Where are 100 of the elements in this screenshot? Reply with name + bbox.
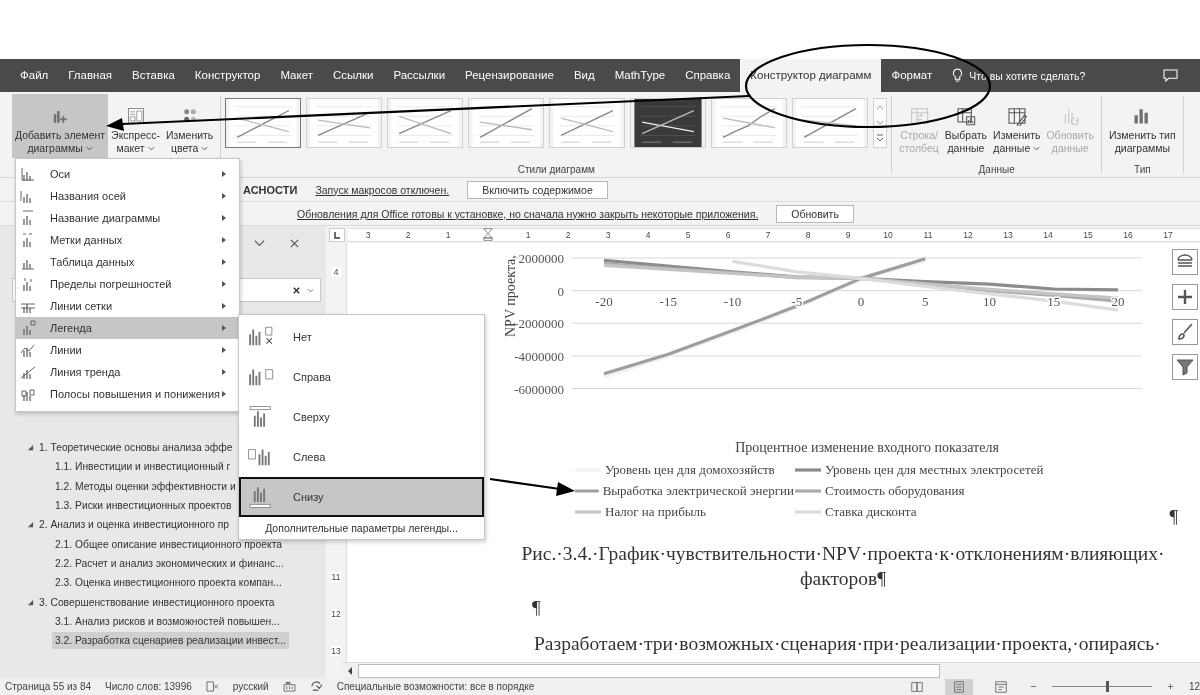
submenu-arrow-icon xyxy=(221,170,227,178)
ribbon-tab[interactable]: Конструктор xyxy=(184,59,271,92)
horizontal-scrollbar[interactable] xyxy=(342,662,1200,678)
menu-item[interactable]: Таблица данных xyxy=(16,251,239,273)
clear-icon[interactable] xyxy=(292,285,301,295)
warning-title: АСНОСТИ xyxy=(243,183,298,196)
outline-heading[interactable]: 2.3. Оценка инвестиционного проекта компан... xyxy=(52,576,285,590)
menu-item[interactable]: Линия тренда xyxy=(16,361,239,383)
data-button[interactable]: Выбрать данные xyxy=(941,94,991,158)
outline-heading[interactable]: 2.1. Общее описание инвестиционного проекта xyxy=(52,537,285,551)
legend-label: Ставка дисконта xyxy=(825,503,917,520)
outline-heading[interactable]: 2.2. Расчет и анализ экономических и финанс... xyxy=(52,556,287,570)
triangle-icon[interactable] xyxy=(27,521,34,529)
ruler-number: 11 xyxy=(331,572,341,582)
zoom-slider-thumb[interactable] xyxy=(1105,681,1109,692)
chevron-down-icon xyxy=(85,146,93,151)
outline-heading[interactable]: 1. Теоретические основы анализа эффе xyxy=(36,441,236,455)
ribbon-tab[interactable]: Вид xyxy=(563,59,605,92)
update-button[interactable]: Обновить xyxy=(776,204,854,223)
body-text: Разработаем·три·возможных·сценария·при·реализации·проекта,·опираясь· xyxy=(534,633,1161,654)
indent-marker-icon[interactable] xyxy=(483,227,493,242)
ribbon-tab[interactable]: Ссылки xyxy=(322,59,384,92)
accessibility-icon[interactable] xyxy=(309,681,323,692)
change-colors-button[interactable]: Изменить цвета xyxy=(162,94,217,158)
outline-heading[interactable]: 3. Совершенствование инвестиционного проекта xyxy=(36,595,278,609)
axis-tick-label: -4000000 xyxy=(514,348,564,364)
paragraph-mark: ¶ xyxy=(1169,505,1178,529)
chevron-down-icon[interactable] xyxy=(307,287,314,293)
ruler-number: 9 xyxy=(844,229,852,240)
outline-heading[interactable]: 1.3. Риски инвестиционных проектов xyxy=(52,499,235,513)
submenu-arrow-icon xyxy=(221,324,227,332)
ribbon-tab[interactable]: Справка xyxy=(675,59,741,92)
chart-icon xyxy=(20,166,36,182)
submenu-arrow-icon xyxy=(221,280,227,288)
comment-icon[interactable] xyxy=(1163,69,1178,82)
ruler-number: 16 xyxy=(1122,229,1134,240)
scrollbar-thumb[interactable] xyxy=(358,663,940,678)
menu-item[interactable]: Линии xyxy=(16,339,239,361)
update-message-link[interactable]: Обновления для Office готовы к установке, но сначала нужно закрыть некоторые приложения. xyxy=(297,207,759,220)
plus-icon[interactable] xyxy=(1172,284,1198,310)
zoom-level[interactable]: 12 xyxy=(1188,681,1200,692)
menu-item[interactable]: Пределы погрешностей xyxy=(16,273,239,295)
ribbon-tab[interactable]: Главная xyxy=(58,59,123,92)
menu-item[interactable]: Нет xyxy=(239,317,484,357)
menu-item[interactable]: Снизу xyxy=(239,477,484,517)
ribbon-tab[interactable]: Макет xyxy=(270,59,323,92)
outline-heading[interactable]: 1.1. Инвестиции и инвестиционный г xyxy=(52,460,234,474)
brush-icon[interactable] xyxy=(1172,319,1198,345)
menu-item[interactable]: Справа xyxy=(239,357,484,397)
more-legend-options[interactable]: Дополнительные параметры легенды... xyxy=(239,517,484,539)
add-chart-element-button[interactable]: Добавить элемент диаграммы xyxy=(12,94,109,158)
menu-item[interactable]: Метки данных xyxy=(16,229,239,251)
outline-heading[interactable]: 2. Анализ и оценка инвестиционного пр xyxy=(36,518,232,532)
page-count[interactable]: Страница 55 из 84 xyxy=(5,681,92,692)
paragraph-mark: ¶ xyxy=(532,597,541,618)
ribbon-tab[interactable]: MathType xyxy=(604,59,676,92)
ribbon-tab[interactable]: Рассылки xyxy=(383,59,456,92)
language-label[interactable]: русский xyxy=(232,681,269,692)
outline-heading[interactable]: 3.1. Анализ рисков и возможностей повышен... xyxy=(52,614,283,628)
outline-heading[interactable]: 1.2. Методы оценки эффективности и xyxy=(52,479,239,493)
ribbon-tab[interactable]: Рецензирование xyxy=(455,59,564,92)
menu-item[interactable]: Слева xyxy=(239,437,484,477)
layout-options-icon[interactable] xyxy=(1172,249,1198,275)
menu-item[interactable]: Сверху xyxy=(239,397,484,437)
chevron-down-icon xyxy=(201,146,209,151)
menu-item[interactable]: Оси xyxy=(16,163,239,185)
tab-stop-icon[interactable] xyxy=(329,227,345,242)
menu-item[interactable]: Легенда xyxy=(16,317,239,339)
ruler-number: 7 xyxy=(764,229,772,240)
record-icon[interactable] xyxy=(282,681,296,692)
ruler-number: 10 xyxy=(882,229,894,240)
accessibility-status[interactable]: Специальные возможности: все в порядке xyxy=(336,681,535,692)
triangle-icon[interactable] xyxy=(27,598,34,606)
ribbon-tab[interactable]: Конструктор диаграмм xyxy=(740,59,882,92)
enable-content-button[interactable]: Включить содержимое xyxy=(467,180,608,199)
menu-item[interactable]: Названия осей xyxy=(16,185,239,207)
menu-item[interactable]: Название диаграммы xyxy=(16,207,239,229)
chart-style-thumbnail[interactable] xyxy=(225,98,302,148)
change-chart-type-button[interactable]: Изменить тип диаграммы xyxy=(1106,94,1179,158)
macro-warning-link[interactable]: Запуск макросов отключен. xyxy=(315,183,450,196)
ribbon-tab[interactable]: Вставка xyxy=(122,59,185,92)
chart-icon xyxy=(20,320,36,336)
ruler-number: 3 xyxy=(364,229,372,240)
outline-heading[interactable]: 3.2. Разработка сценариев реализации инвест... xyxy=(52,632,289,650)
menu-item[interactable]: Линии сетки xyxy=(16,295,239,317)
chevron-down-icon[interactable] xyxy=(253,237,266,249)
ribbon-tab[interactable]: Файл xyxy=(10,59,59,92)
close-icon[interactable] xyxy=(288,237,301,249)
triangle-icon[interactable] xyxy=(27,444,34,452)
page-x-icon[interactable] xyxy=(205,681,219,692)
ruler-number: 3 xyxy=(604,229,612,240)
ruler-number: 15 xyxy=(1082,229,1094,240)
ruler-number: 14 xyxy=(1042,229,1054,240)
word-count[interactable]: Число слов: 13996 xyxy=(105,681,192,692)
view-mode-icon[interactable] xyxy=(944,678,973,695)
plus-icon[interactable] xyxy=(1165,682,1175,691)
ribbon-tab[interactable]: Формат xyxy=(881,59,943,92)
data-button[interactable]: Изменить данные xyxy=(990,94,1044,158)
filter-icon[interactable] xyxy=(1172,354,1198,380)
menu-item[interactable]: Полосы повышения и понижения xyxy=(16,383,239,405)
